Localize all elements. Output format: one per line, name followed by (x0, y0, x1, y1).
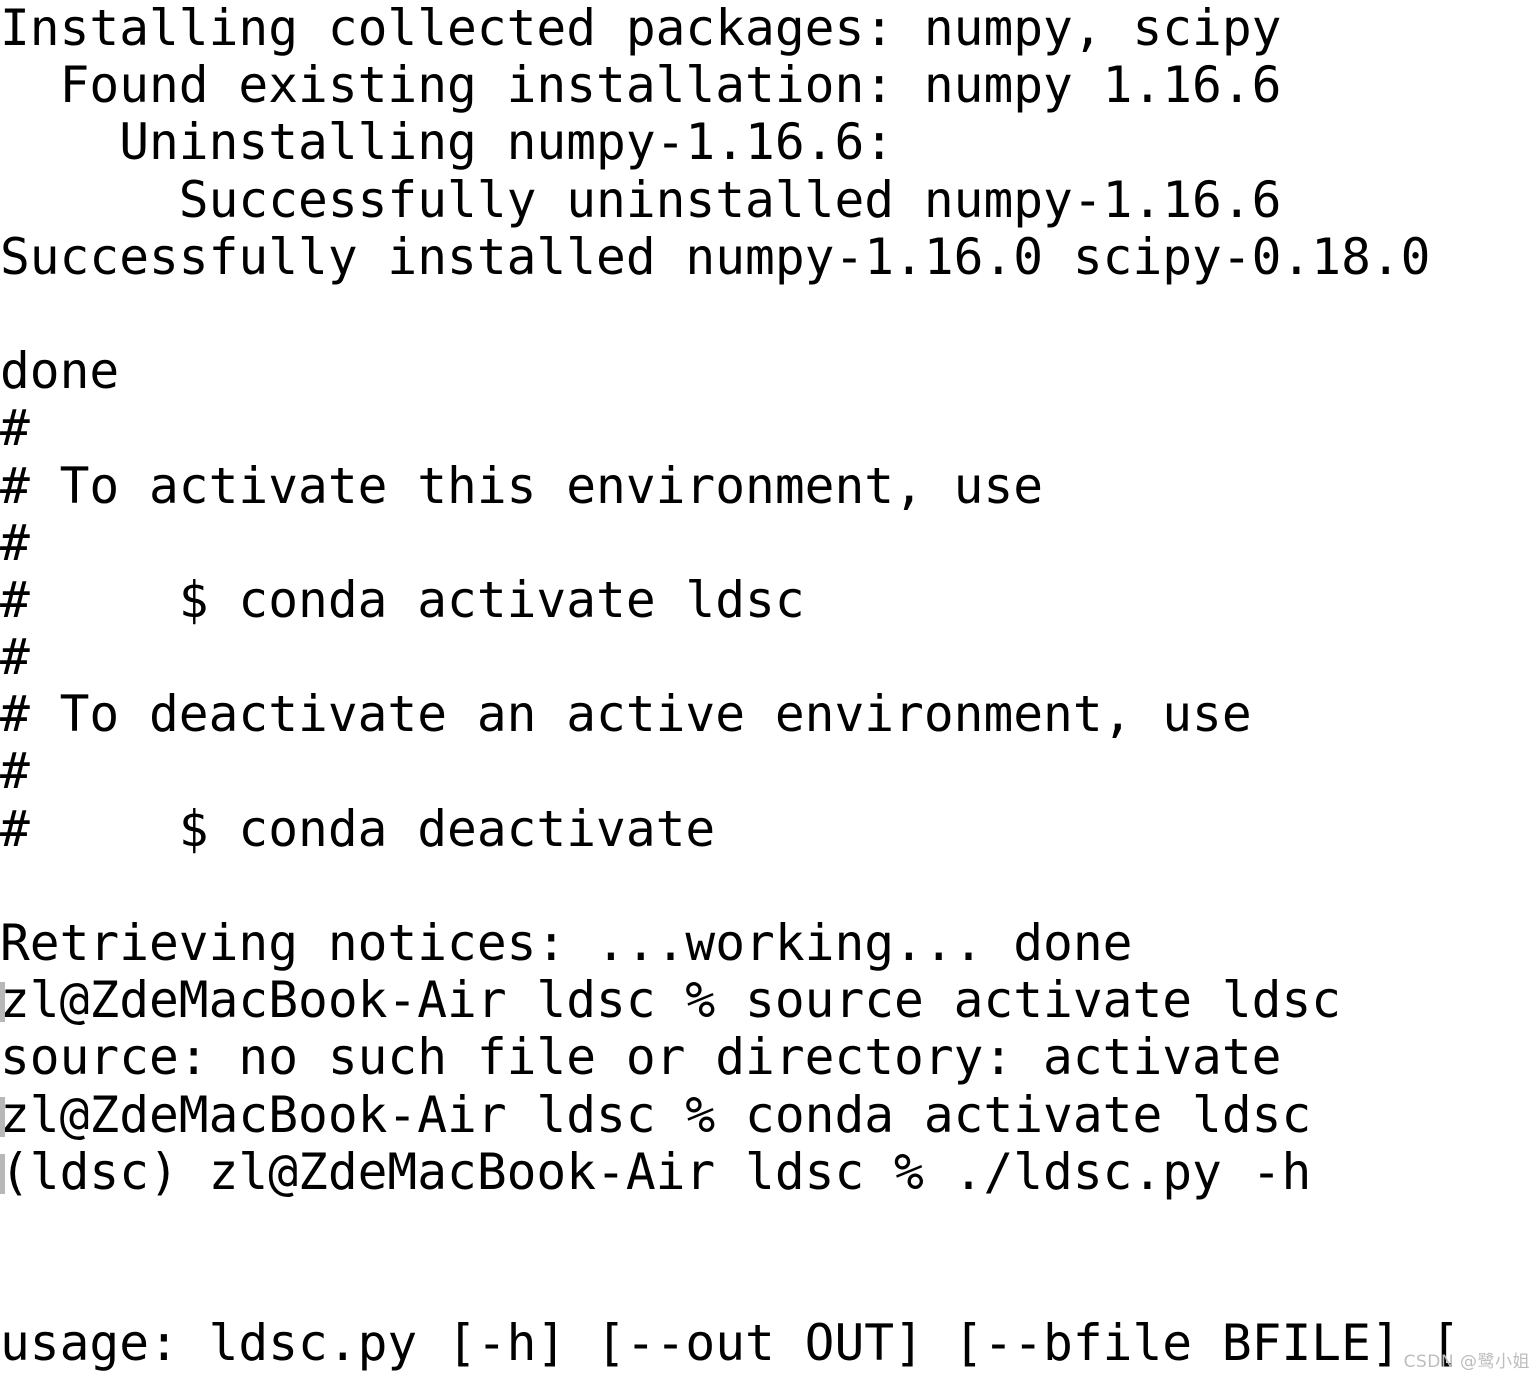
terminal-output-line: Retrieving notices: ...working... done (0, 914, 1133, 972)
terminal-output-line: # (0, 742, 30, 801)
terminal-output-line: Installing collected packages: numpy, sc… (0, 0, 1282, 57)
terminal-prompt-line: zl@ZdeMacBook-Air ldsc % conda activate … (0, 1086, 1536, 1144)
terminal-output-pane[interactable]: Installing collected packages: numpy, sc… (0, 0, 1536, 1382)
terminal-output-line: Successfully uninstalled numpy-1.16.6 (0, 170, 1282, 229)
terminal-output-line: # (0, 628, 30, 687)
terminal-output-line: # $ conda deactivate (0, 799, 716, 858)
terminal-output-line: # (0, 513, 30, 572)
terminal-output-line: # To activate this environment, use (0, 456, 1044, 515)
terminal-output-line: Uninstalling numpy-1.16.6: (0, 113, 895, 172)
terminal-prompt-line: (ldsc) zl@ZdeMacBook-Air ldsc % ./ldsc.p… (0, 1143, 1536, 1201)
terminal-output-line: # To deactivate an active environment, u… (0, 685, 1252, 744)
terminal-output-line: # (0, 399, 30, 458)
terminal-output-line: Found existing installation: numpy 1.16.… (0, 56, 1282, 115)
terminal-prompt-line: zl@ZdeMacBook-Air ldsc % source activate… (0, 971, 1536, 1029)
terminal-output-line: done (0, 342, 120, 401)
terminal-output-line: # $ conda activate ldsc (0, 570, 805, 629)
terminal-output-line: source: no such file or directory: activ… (0, 1028, 1282, 1087)
terminal-output-line: usage: ldsc.py [-h] [--out OUT] [--bfile… (0, 1314, 1461, 1373)
terminal-output-line: Successfully installed numpy-1.16.0 scip… (0, 227, 1431, 286)
